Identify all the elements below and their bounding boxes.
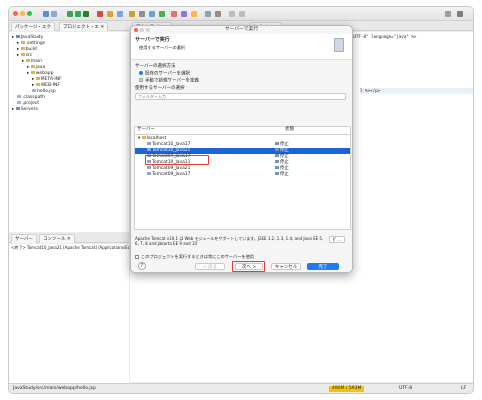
radio-new[interactable]: 手動で新規サーバーを定義: [139, 78, 199, 85]
tab-servers[interactable]: サーバー: [11, 234, 37, 243]
folder-icon: [35, 77, 40, 80]
tool-icon[interactable]: [191, 11, 197, 17]
server-list[interactable]: ▾ localhost Tomcat10_Java17 停止 Tomcat10_Ja…: [134, 134, 351, 230]
method-label: サーバーの選択方法: [135, 64, 176, 69]
radio-existing[interactable]: 既存のサーバーを選択: [139, 71, 190, 78]
header-title: サーバーで実行: [135, 37, 170, 43]
filter-label: 使用するサーバーの選択: [135, 86, 185, 91]
console-view[interactable]: <終了> Tomcat10_Java21 [Apache Tomcat] /Ap…: [9, 244, 141, 384]
server-icon: [147, 166, 151, 169]
cancel-button[interactable]: キャンセル: [271, 263, 301, 270]
console-text: <終了> Tomcat10_Java21 [Apache Tomcat] /Ap…: [11, 245, 142, 250]
stopped-icon: [275, 154, 279, 157]
filter-input[interactable]: [135, 93, 346, 100]
server-wizard-icon: [334, 38, 344, 52]
tab-package-explorer[interactable]: パッケージ・エク: [11, 22, 55, 31]
tool-icon[interactable]: [159, 11, 165, 17]
project-tree: ▸ JavaStudy ▸ .settings ▸ build ▸ src ▸ main…: [9, 32, 129, 232]
server-description: Apache Tomcat v10.1 は Web モジュールをサポートしていま…: [135, 236, 324, 246]
status-path: JavaStudy/src/main/webapp/hello.jsp: [13, 386, 96, 391]
stopped-icon: [275, 148, 279, 151]
folder-icon: [30, 71, 35, 74]
main-toolbar: [9, 7, 473, 21]
highlight-selected-server: [145, 155, 209, 165]
search-icon[interactable]: [445, 11, 451, 17]
code-line: l %></p>: [360, 88, 381, 93]
run-on-server-dialog: サーバーで実行 サーバーで実行 使用するサーバーの選択 サーバーの選択方法 既存…: [130, 25, 353, 273]
server-table-header: サーバー 状態: [134, 126, 351, 134]
folder-icon: [25, 59, 30, 62]
tool-icon[interactable]: [139, 11, 145, 17]
stopped-icon: [275, 172, 279, 175]
stopped-icon: [275, 166, 279, 169]
file-icon: [17, 101, 21, 104]
console-tabbar: サーバー コンソール ✕: [9, 233, 129, 243]
dialog-titlebar: サーバーで実行: [131, 26, 352, 34]
folder-icon: [30, 65, 35, 68]
help-icon[interactable]: ?: [138, 262, 146, 270]
col-server: サーバー: [137, 127, 155, 132]
server-details-button[interactable]: ﾀﾞ...: [329, 236, 345, 243]
status-encoding: UTF-8: [399, 386, 413, 391]
stop-icon[interactable]: [97, 11, 103, 17]
close-dot[interactable]: [134, 28, 138, 32]
radio-icon: [139, 78, 143, 82]
perspective-icon[interactable]: [457, 11, 463, 17]
tool-icon[interactable]: [149, 11, 155, 17]
folder-icon: [20, 47, 25, 50]
tool-icon[interactable]: [215, 11, 221, 17]
server-icon: [147, 142, 151, 145]
new-icon[interactable]: [43, 11, 49, 17]
always-use-checkbox[interactable]: このプロジェクトを実行するときは常にこのサーバーを使用: [135, 254, 254, 260]
close-dot[interactable]: [13, 11, 18, 16]
folder-icon: [15, 35, 20, 38]
run-icon[interactable]: [75, 11, 81, 17]
nav-back-icon[interactable]: [229, 11, 235, 17]
tool-icon[interactable]: [107, 11, 113, 17]
folder-icon: [35, 83, 40, 86]
dialog-header: サーバーで実行 使用するサーバーの選択: [131, 34, 352, 60]
explorer-tabbar: パッケージ・エク プロジェクト・エ ✕: [9, 21, 129, 31]
minimize-dot: [140, 28, 144, 32]
finish-button[interactable]: 完了: [307, 263, 339, 270]
minimize-dot[interactable]: [20, 11, 25, 16]
tab-console[interactable]: コンソール ✕: [39, 234, 75, 243]
status-bar: JavaStudy/src/main/webapp/hello.jsp 490M…: [9, 383, 473, 393]
checkbox-icon: [135, 255, 139, 259]
col-status: 状態: [285, 127, 294, 132]
stopped-icon: [275, 160, 279, 163]
tool-icon[interactable]: [129, 11, 135, 17]
nav-forward-icon[interactable]: [239, 11, 245, 17]
header-subtitle: 使用するサーバーの選択: [139, 45, 186, 50]
folder-icon: [20, 53, 25, 56]
server-row[interactable]: Tomcat09_Java17 停止: [135, 172, 350, 178]
heap-status[interactable]: 490M / 593M: [329, 386, 365, 392]
file-icon: [32, 89, 36, 92]
folder-icon: [15, 107, 20, 110]
tool-icon[interactable]: [205, 11, 211, 17]
file-icon: [17, 95, 21, 98]
stopped-icon: [275, 142, 279, 145]
tool-icon[interactable]: [117, 11, 123, 17]
folder-icon: [141, 136, 146, 139]
highlight-next-button: [232, 261, 265, 272]
server-icon: [147, 172, 151, 175]
back-button[interactable]: < 戻る: [195, 263, 225, 270]
run-menu-icon[interactable]: [83, 11, 89, 17]
debug-icon[interactable]: [67, 11, 73, 17]
tool-icon[interactable]: [171, 11, 177, 17]
tree-item[interactable]: ▸ Servers: [12, 107, 38, 113]
zoom-dot[interactable]: [27, 11, 32, 16]
server-icon: [147, 148, 151, 151]
radio-selected-icon: [139, 71, 143, 75]
zoom-dot: [146, 28, 150, 32]
dialog-title: サーバーで実行: [224, 27, 259, 32]
status-line-ending: LF: [461, 386, 467, 391]
save-icon[interactable]: [51, 11, 57, 17]
tab-project-explorer[interactable]: プロジェクト・エ ✕: [59, 22, 109, 31]
folder-icon: [20, 41, 25, 44]
tool-icon[interactable]: [181, 11, 187, 17]
